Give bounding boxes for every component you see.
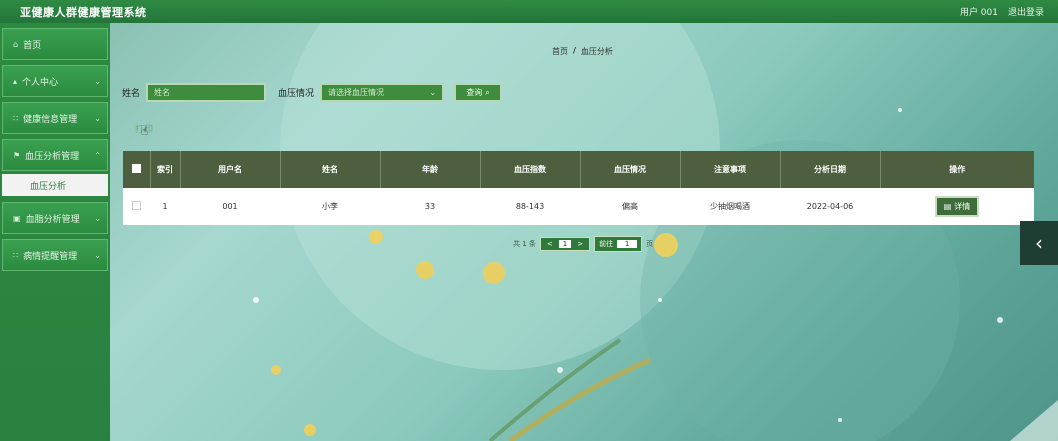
sidebar-item-label: 血脂分析管理 [25,214,80,225]
col-header-date: 分析日期 [780,151,881,188]
sidebar-subitem-bp-analysis[interactable]: 血压分析 [2,174,108,196]
chevron-up-icon: ⌃ [94,150,101,160]
cell-index: 1 [162,202,168,211]
select-all-checkbox-cell [123,151,151,188]
query-button[interactable]: 查询 ⌕ [454,83,503,102]
detail-button[interactable]: ▤ 详情 [934,196,980,217]
logout-link[interactable]: 退出登录 [1008,5,1044,18]
bp-status-label: 血压情况 [278,89,315,99]
pointer-cursor-icon: ☝ [141,124,149,138]
bp-status-placeholder: 请选择血压情况 [328,88,385,97]
table-header-row: 索引 用户名 姓名 年龄 血压指数 血压情况 注意事项 分析日期 操作 [123,151,1034,188]
top-right-area: 用户 001 退出登录 [960,5,1044,18]
chevron-left-icon: ‹ [1035,231,1043,255]
col-header-age: 年龄 [380,151,481,188]
sidebar-item-personal-center[interactable]: ▴ 个人中心 ⌄ [2,65,108,97]
sidebar-item-label: 首页 [23,40,42,51]
sidebar-item-health-info[interactable]: ∷ 健康信息管理 ⌄ [2,102,108,134]
prev-page-button[interactable]: < [547,240,553,248]
goto-page: 前往 1 [594,236,643,252]
sidebar-item-bp-analysis-mgmt[interactable]: ⚑ 血压分析管理 ⌃ [2,139,108,171]
sidebar-item-label: 健康信息管理 [23,114,78,125]
goto-label: 前往 [599,240,614,248]
page-suffix: 页 [646,240,654,248]
search-icon: ⌕ [485,87,490,97]
total-count: 共 1 条 [513,240,536,248]
query-button-label: 查询 [466,88,483,97]
select-all-checkbox[interactable] [131,164,141,173]
grid-icon: ∷ [13,113,19,123]
detail-icon: ▤ [943,202,952,211]
col-header-notes: 注意事项 [680,151,781,188]
chevron-down-icon: ⌄ [94,250,101,260]
sidebar-item-reminder-mgmt[interactable]: ∷ 病情提醒管理 ⌄ [2,239,108,271]
breadcrumb-home[interactable]: 首页 [552,46,568,57]
name-label: 姓名 [122,89,141,99]
sidebar-item-label: 个人中心 [22,77,59,88]
breadcrumb-separator: / [573,46,576,55]
search-bar: 姓名 姓名 血压情况 请选择血压情况 ⌄ 查询 ⌕ [122,83,503,102]
pager: < 1 > [539,237,591,251]
breadcrumb: 首页 / 血压分析 [552,46,613,57]
cell-name: 小李 [322,202,338,211]
next-page-button[interactable]: > [577,240,583,248]
col-header-bp-status: 血压情况 [580,151,681,188]
current-user-label: 用户 001 [959,8,998,18]
sidebar-item-label: 血压分析管理 [25,151,80,162]
chevron-down-icon: ⌄ [94,213,101,223]
cell-age: 33 [424,202,436,211]
goto-page-input[interactable]: 1 [617,240,638,248]
bp-status-select[interactable]: 请选择血压情况 ⌄ [320,83,445,102]
current-page[interactable]: 1 [558,240,572,248]
cell-date: 2022-04-06 [806,202,854,211]
sidebar: ⌂ 首页 ▴ 个人中心 ⌄ ∷ 健康信息管理 ⌄ ⚑ 血压分析管理 ⌃ 血压分析… [0,23,110,441]
home-icon: ⌂ [13,39,19,49]
col-header-name: 姓名 [280,151,381,188]
top-bar: 亚健康人群健康管理系统 用户 001 退出登录 [0,0,1058,23]
grid-icon: ∷ [13,250,19,260]
sidebar-item-label: 病情提醒管理 [23,251,78,262]
collapse-panel-button[interactable]: ‹ [1020,221,1058,265]
breadcrumb-current: 血压分析 [580,47,613,56]
col-header-bp-index: 血压指数 [480,151,581,188]
flag-icon: ⚑ [13,150,21,160]
row-checkbox-cell [123,188,150,225]
name-search-input[interactable]: 姓名 [146,83,267,102]
pagination: 共 1 条 < 1 > 前往 1 页 [513,236,653,252]
col-header-index: 索引 [150,151,181,188]
row-checkbox[interactable] [132,201,141,210]
cell-username: 001 [222,202,238,211]
bp-analysis-table: 索引 用户名 姓名 年龄 血压指数 血压情况 注意事项 分析日期 操作 1 00… [123,151,1034,225]
table-row: 1 001 小李 33 88-143 偏高 少抽烟喝酒 2022-04-06 ▤… [123,188,1034,225]
col-header-actions: 操作 [949,165,966,174]
chevron-down-icon: ⌄ [429,88,437,97]
sidebar-item-home[interactable]: ⌂ 首页 [2,28,108,60]
cell-notes: 少抽烟喝酒 [710,202,750,211]
cell-bp-status: 偏高 [622,202,638,211]
cell-actions: ▤ 详情 [880,188,1034,225]
app-title: 亚健康人群健康管理系统 [20,5,147,19]
doc-icon: ▣ [13,213,21,223]
detail-button-label: 详情 [954,202,971,211]
col-header-username: 用户名 [180,151,281,188]
sidebar-item-lipid-analysis-mgmt[interactable]: ▣ 血脂分析管理 ⌄ [2,202,108,234]
cell-bp-index: 88-143 [515,202,545,211]
chevron-down-icon: ⌄ [94,113,101,123]
user-icon: ▴ [13,76,18,86]
chevron-down-icon: ⌄ [94,76,101,86]
